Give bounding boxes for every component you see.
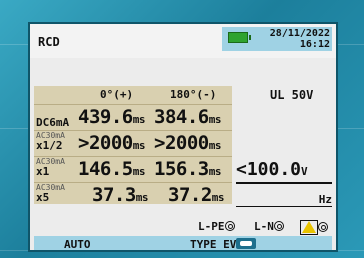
value-x5-180deg: 37.2ms (168, 184, 225, 206)
indicator-l-n: L-N (254, 220, 284, 233)
top-bar: RCD 28/11/2022 16:12 (30, 24, 336, 58)
battery-icon (228, 32, 251, 43)
value-x1-180deg: 156.3ms (154, 158, 221, 180)
date-text: 28/11/2022 (269, 28, 330, 39)
value-half-180deg: >2000ms (154, 132, 221, 154)
col-header-180deg: 180°(-) (170, 88, 217, 101)
value-x1-0deg: 146.5ms (78, 158, 145, 180)
indicator-l-pe: L-PE (198, 220, 235, 233)
warning-icon (302, 221, 316, 233)
auto-mode-label[interactable]: AUTO (64, 238, 91, 250)
value-half-0deg: >2000ms (78, 132, 145, 154)
row-label-x1: AC30mA x1 (36, 157, 65, 178)
value-dc6ma-180deg: 384.6ms (154, 106, 221, 128)
lcd-screen: RCD 28/11/2022 16:12 0°(+) 180°(-) DC6mA… (28, 22, 338, 252)
l-pe-lamp-icon (224, 221, 235, 231)
row-label-x5: AC30mA x5 (36, 183, 65, 204)
limit-readout: <100.0V (236, 160, 332, 184)
value-dc6ma-0deg: 439.6ms (78, 106, 145, 128)
frequency-readout: Hz (236, 194, 332, 207)
bottom-bar: AUTO TYPE EV (34, 236, 332, 250)
type-ev-label[interactable]: TYPE EV (190, 238, 257, 250)
warning-lamp-icon (318, 222, 328, 232)
status-area: 28/11/2022 16:12 (222, 27, 332, 51)
value-x5-0deg: 37.3ms (92, 184, 149, 206)
col-header-0deg: 0°(+) (100, 88, 134, 101)
row-label-half: AC30mA x1/2 (36, 131, 65, 152)
row-separator (34, 104, 232, 105)
indicator-warning (300, 220, 328, 235)
date-time: 28/11/2022 16:12 (252, 28, 330, 50)
ul-limit-label: UL 50V (270, 88, 314, 102)
time-text: 16:12 (299, 39, 330, 50)
l-n-lamp-icon (273, 221, 284, 231)
mode-title: RCD (38, 35, 60, 49)
car-icon (236, 238, 257, 249)
row-label-dc6ma: DC6mA (36, 116, 70, 129)
